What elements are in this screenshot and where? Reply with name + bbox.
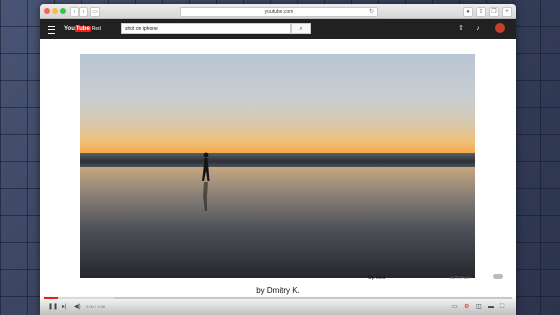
logo-red-text: Red xyxy=(91,26,101,32)
browser-window: ‹ › ▭ youtube.com ↻ ● ⇪ ❐ + YouTube Red s… xyxy=(40,4,516,315)
logo-tube-text: Tube xyxy=(74,26,91,32)
address-bar[interactable]: youtube.com ↻ xyxy=(180,7,378,17)
search-input[interactable]: shot on iphone xyxy=(121,23,291,34)
video-player-area: by Dmitry K. ❚❚ ▸| ◀) 0:00 / 1:08 ▭ ⚙ ◫ … xyxy=(40,39,516,315)
played-bar xyxy=(44,297,59,299)
person-silhouette xyxy=(202,152,210,211)
volume-icon[interactable]: ◀) xyxy=(74,303,81,311)
avatar[interactable] xyxy=(495,23,505,33)
pause-icon[interactable]: ❚❚ xyxy=(48,303,58,311)
video-beach xyxy=(80,167,475,278)
fullscreen-icon[interactable]: ⛶ xyxy=(500,303,504,311)
miniplayer-icon[interactable]: ◫ xyxy=(476,303,482,311)
video-frame[interactable] xyxy=(80,54,475,278)
new-tab-icon[interactable]: + xyxy=(502,7,512,17)
back-button[interactable]: ‹ xyxy=(70,7,79,17)
close-window-button[interactable] xyxy=(44,8,50,14)
forward-button[interactable]: › xyxy=(79,7,88,17)
autoplay-label: AUTOPLAY xyxy=(450,275,471,280)
hamburger-icon[interactable] xyxy=(48,26,55,34)
browser-titlebar: ‹ › ▭ youtube.com ↻ ● ⇪ ❐ + xyxy=(40,4,516,19)
time-display: 0:00 / 1:08 xyxy=(86,304,105,309)
player-controls: ❚❚ ▸| ◀) 0:00 / 1:08 ▭ ⚙ ◫ ▬ ⛶ xyxy=(40,295,516,315)
sidebar-toggle-button[interactable]: ▭ xyxy=(90,7,100,17)
up-next-heading: Up next xyxy=(368,275,386,281)
share-icon[interactable]: ⇪ xyxy=(476,7,486,17)
theater-mode-icon[interactable]: ▬ xyxy=(488,303,494,311)
search-icon: ⌕ xyxy=(299,26,303,32)
zoom-window-button[interactable] xyxy=(60,8,66,14)
video-sea xyxy=(80,153,475,167)
address-bar-text: youtube.com xyxy=(264,9,294,15)
autoplay-toggle[interactable] xyxy=(493,274,503,279)
progress-bar[interactable] xyxy=(44,297,512,299)
upload-icon[interactable]: ⇧ xyxy=(457,25,465,33)
reload-icon[interactable]: ↻ xyxy=(369,8,374,16)
subtitles-icon[interactable]: ▭ xyxy=(452,303,458,311)
tabs-overview-icon[interactable]: ❐ xyxy=(489,7,499,17)
bell-icon[interactable]: ♪ xyxy=(474,25,482,33)
video-sky xyxy=(80,54,475,153)
logo-you-text: You xyxy=(64,26,75,32)
youtube-red-logo[interactable]: YouTube Red xyxy=(64,25,101,33)
minimize-window-button[interactable] xyxy=(52,8,58,14)
extension-icon[interactable]: ● xyxy=(463,7,473,17)
search-button[interactable]: ⌕ xyxy=(291,23,311,34)
settings-icon[interactable]: ⚙ xyxy=(464,303,469,311)
youtube-header: YouTube Red shot on iphone ⌕ ⇧ ♪ xyxy=(40,19,516,39)
video-caption: by Dmitry K. xyxy=(256,286,300,295)
next-icon[interactable]: ▸| xyxy=(62,303,67,311)
